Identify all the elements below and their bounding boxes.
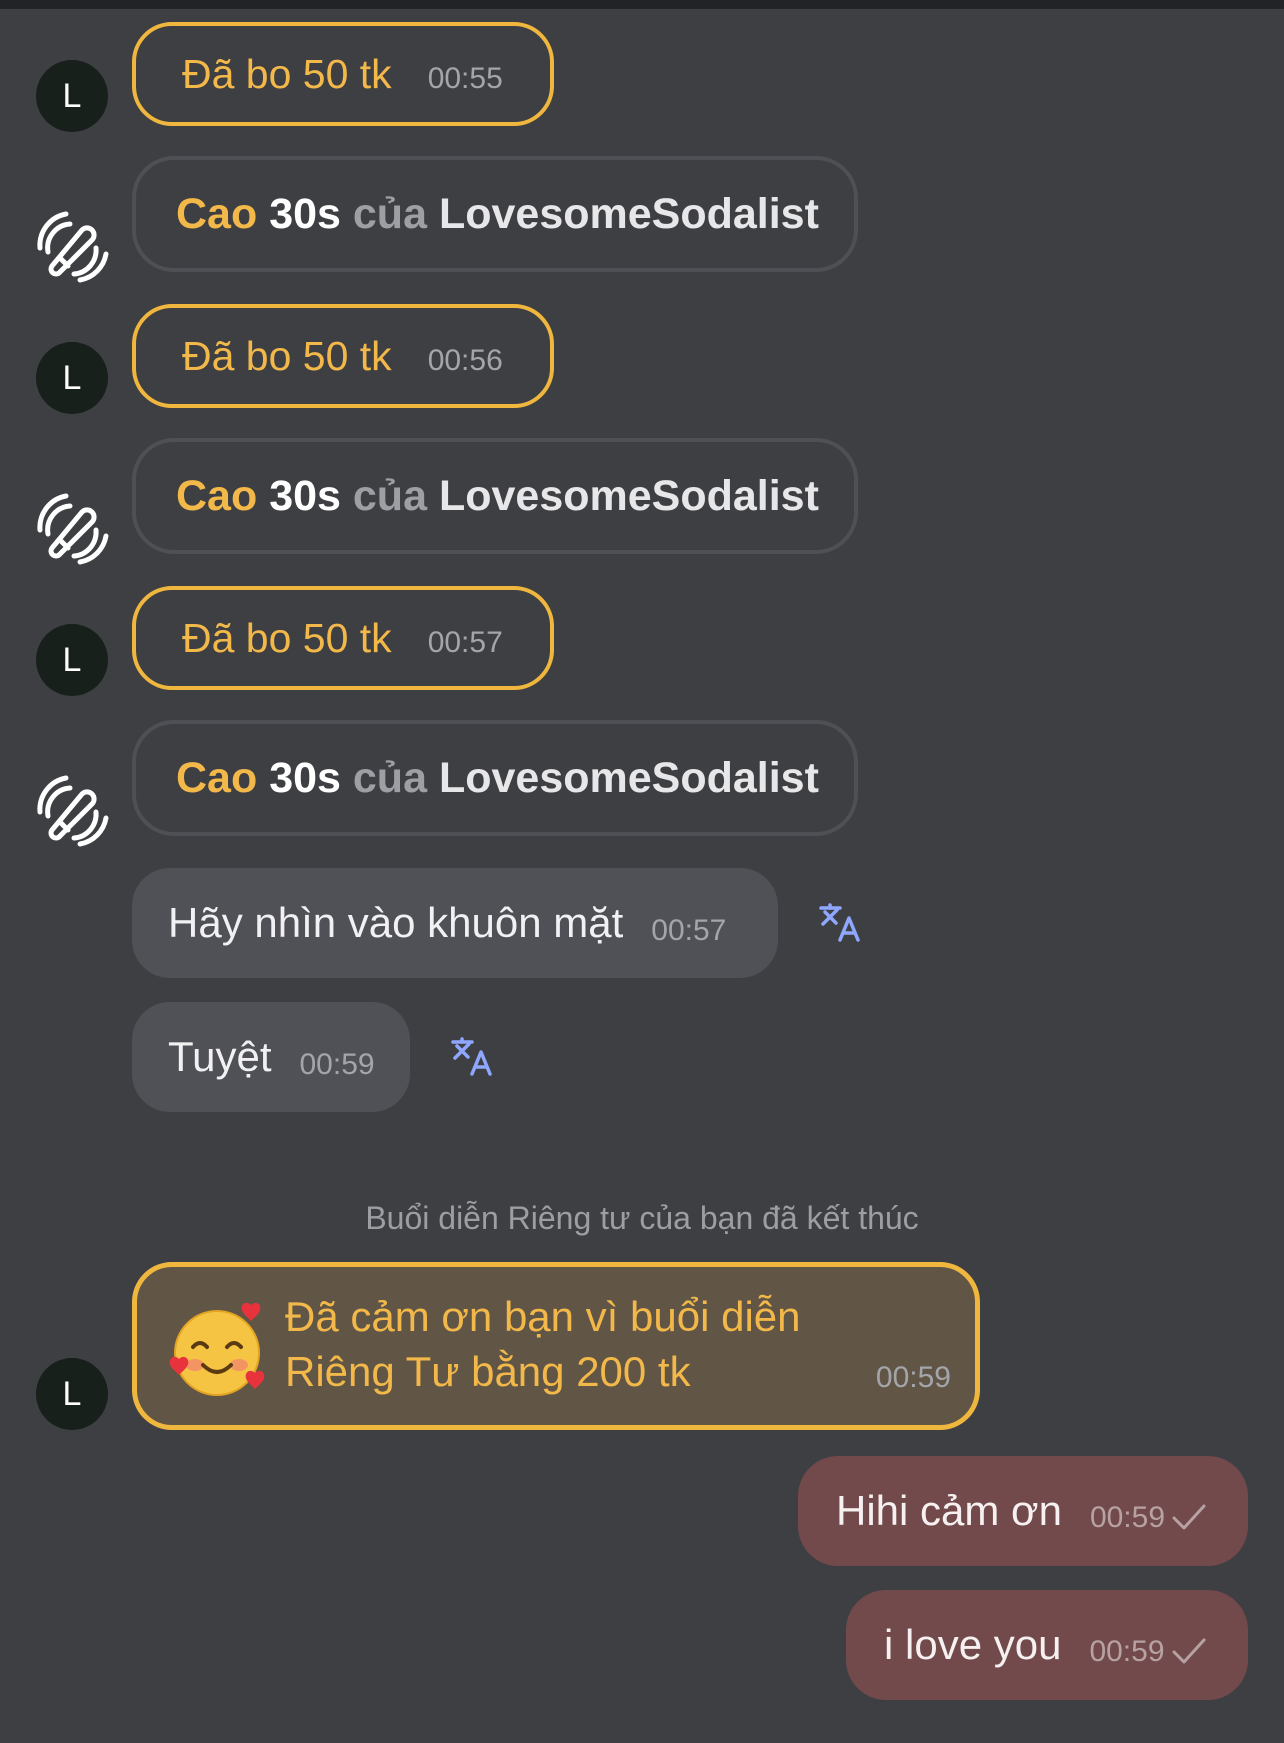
avatar[interactable]: L	[36, 624, 108, 696]
toy-username: LovesomeSodalist	[438, 471, 819, 520]
toy-vibration-icon	[37, 775, 109, 847]
translate-icon[interactable]	[450, 1036, 494, 1076]
message-text: i love you	[884, 1621, 1062, 1668]
toy-level: Cao	[176, 471, 258, 520]
message-text: Tuyệt	[168, 1033, 272, 1080]
toy-duration: 30s	[269, 189, 341, 238]
message-time: 00:59	[299, 1048, 375, 1081]
toy-of: của	[352, 753, 427, 802]
message-time: 00:59	[875, 1361, 951, 1394]
toy-activation-bubble: Cao 30s của LovesomeSodalist	[132, 720, 858, 836]
translate-icon[interactable]	[818, 902, 862, 942]
message-time: 00:59	[1089, 1635, 1165, 1668]
outgoing-message-bubble: Hihi cảm ơn 00:59	[798, 1456, 1248, 1566]
outgoing-message-bubble: i love you 00:59	[846, 1590, 1248, 1700]
toy-vibration-icon	[37, 211, 109, 283]
toy-level: Cao	[176, 189, 258, 238]
tip-text: Đã bo 50 tk	[182, 50, 392, 97]
avatar[interactable]: L	[36, 1358, 108, 1430]
sent-check-icon	[1172, 1504, 1206, 1530]
incoming-message-bubble: Hãy nhìn vào khuôn mặt 00:57	[132, 868, 778, 978]
toy-duration: 30s	[269, 471, 341, 520]
toy-username: LovesomeSodalist	[438, 753, 819, 802]
message-time: 00:55	[427, 62, 503, 95]
message-text: Hãy nhìn vào khuôn mặt	[168, 899, 624, 946]
system-message: Buổi diễn Riêng tư của bạn đã kết thúc	[365, 1200, 919, 1236]
message-time: 00:59	[1089, 1501, 1166, 1534]
toy-vibration-icon	[37, 493, 109, 565]
thanks-text: Đã cảm ơn bạn vì buổi diễn Riêng Tư bằng…	[285, 1289, 845, 1399]
toy-username: LovesomeSodalist	[438, 189, 819, 238]
avatar[interactable]: L	[36, 342, 108, 414]
thanks-text-line1: Đã cảm ơn bạn vì buổi diễn	[285, 1293, 801, 1340]
toy-activation-bubble: Cao 30s của LovesomeSodalist	[132, 156, 858, 272]
message-time: 00:57	[651, 914, 727, 947]
incoming-message-bubble: Tuyệt 00:59	[132, 1002, 410, 1112]
smiling-face-with-hearts-icon	[169, 1302, 265, 1396]
toy-level: Cao	[176, 753, 258, 802]
toy-activation-bubble: Cao 30s của LovesomeSodalist	[132, 438, 858, 554]
toy-of: của	[352, 189, 427, 238]
tip-bubble: Đã bo 50 tk 00:56	[132, 304, 554, 408]
sent-check-icon	[1172, 1638, 1206, 1664]
avatar[interactable]: L	[36, 60, 108, 132]
tip-bubble: Đã bo 50 tk 00:57	[132, 586, 554, 690]
top-bar	[0, 0, 1284, 9]
toy-of: của	[352, 471, 427, 520]
message-time: 00:57	[427, 626, 503, 659]
tip-bubble: Đã bo 50 tk 00:55	[132, 22, 554, 126]
toy-duration: 30s	[269, 753, 341, 802]
message-text: Hihi cảm ơn	[836, 1487, 1062, 1534]
tip-text: Đã bo 50 tk	[182, 614, 392, 661]
private-show-thanks-bubble: Đã cảm ơn bạn vì buổi diễn Riêng Tư bằng…	[132, 1262, 980, 1430]
tip-text: Đã bo 50 tk	[182, 332, 392, 379]
message-time: 00:56	[427, 344, 503, 377]
thanks-text-line2: Riêng Tư bằng 200 tk	[285, 1348, 691, 1395]
